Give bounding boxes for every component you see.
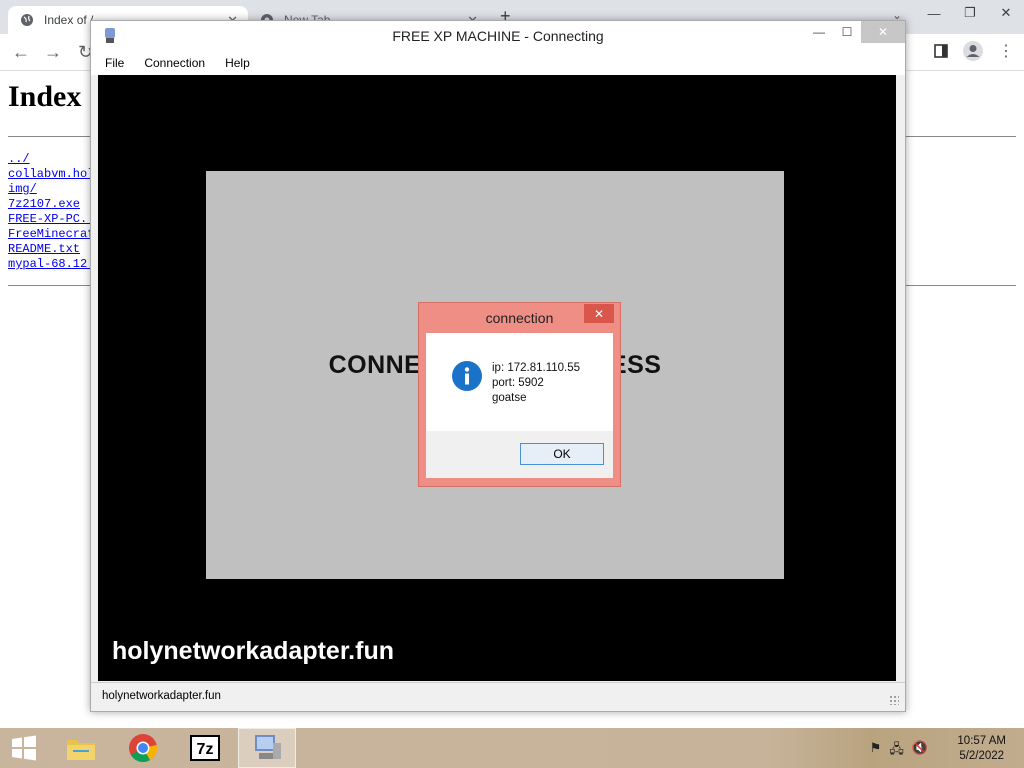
- file-link[interactable]: FreeMinecraf: [8, 227, 94, 242]
- app-titlebar[interactable]: FREE XP MACHINE - Connecting — ☐ ✕: [91, 21, 905, 51]
- status-text: holynetworkadapter.fun: [102, 690, 221, 702]
- menu-kebab-icon[interactable]: ⋮: [998, 41, 1014, 61]
- side-panel-icon[interactable]: [934, 44, 948, 58]
- file-link[interactable]: mypal-68.12.: [8, 257, 94, 272]
- 7zip-icon: 7z: [190, 735, 220, 761]
- info-icon: [452, 361, 482, 391]
- page-title: Index: [8, 80, 82, 113]
- menu-help[interactable]: Help: [225, 56, 250, 70]
- taskbar-7zip[interactable]: 7z: [176, 728, 234, 768]
- ok-button[interactable]: OK: [520, 443, 604, 465]
- dialog-footer: OK: [426, 431, 613, 478]
- globe-icon: [21, 14, 33, 26]
- taskbar-vnc-viewer[interactable]: [238, 728, 296, 768]
- clock-time: 10:57 AM: [957, 735, 1006, 747]
- browser-window-controls: — ❐ ✕: [916, 0, 1024, 26]
- resize-grip-icon[interactable]: [889, 695, 899, 705]
- file-link[interactable]: FREE-XP-PC.:: [8, 212, 94, 227]
- file-link[interactable]: README.txt: [8, 242, 94, 257]
- start-button[interactable]: [0, 728, 48, 768]
- profile-avatar-icon[interactable]: [962, 40, 984, 62]
- dialog-body: ip: 172.81.110.55 port: 5902 goatse: [426, 333, 613, 431]
- back-arrow-icon[interactable]: ←: [12, 42, 30, 63]
- tab-label: Index of /: [44, 13, 94, 27]
- ip-line: ip: 172.81.110.55: [492, 362, 581, 374]
- app-window-controls: — ☐ ✕: [805, 21, 905, 43]
- close-icon[interactable]: ✕: [861, 21, 905, 43]
- file-link[interactable]: collabvm.hol: [8, 167, 94, 182]
- folder-icon: [67, 740, 95, 760]
- clock[interactable]: 10:57 AM 5/2/2022: [957, 734, 1006, 764]
- maximize-icon[interactable]: ☐: [833, 21, 861, 43]
- app-title: FREE XP MACHINE - Connecting: [392, 28, 604, 44]
- menu-connection[interactable]: Connection: [144, 56, 205, 70]
- chrome-icon: [129, 734, 158, 762]
- svg-text:7z: 7z: [197, 741, 214, 758]
- forward-arrow-icon[interactable]: →: [44, 42, 62, 63]
- minimize-icon[interactable]: —: [916, 0, 952, 26]
- vnc-computer-icon: [255, 735, 281, 759]
- app-statusbar: holynetworkadapter.fun: [91, 682, 905, 711]
- connection-dialog: connection ✕ ip: 172.81.110.55 port: 590…: [418, 302, 621, 487]
- network-icon[interactable]: 🖧: [889, 740, 904, 762]
- close-icon[interactable]: ✕: [988, 0, 1024, 26]
- toolbar-right: ⋮: [934, 40, 1014, 62]
- volume-muted-icon[interactable]: 🔇: [912, 740, 928, 762]
- file-link[interactable]: ../: [8, 152, 94, 167]
- clock-date: 5/2/2022: [959, 750, 1005, 762]
- close-icon[interactable]: ✕: [584, 304, 614, 323]
- taskbar: 7z ⚑ 🖧 🔇 10:57 AM 5/2/2022: [0, 728, 1024, 768]
- minimize-icon[interactable]: —: [805, 21, 833, 43]
- app-menubar: File Connection Help: [91, 51, 905, 75]
- file-link[interactable]: img/: [8, 182, 94, 197]
- windows-logo-icon: [12, 735, 36, 761]
- restore-icon[interactable]: ❐: [952, 0, 988, 26]
- password-line: goatse: [492, 392, 527, 404]
- directory-page: Index: [8, 80, 81, 114]
- dialog-message: ip: 172.81.110.55 port: 5902 goatse: [492, 361, 580, 406]
- watermark-text: holynetworkadapter.fun: [112, 637, 394, 665]
- flag-icon[interactable]: ⚑: [870, 740, 882, 762]
- taskbar-chrome[interactable]: [114, 728, 172, 768]
- system-tray: ⚑ 🖧 🔇: [870, 740, 928, 762]
- taskbar-file-explorer[interactable]: [52, 728, 110, 768]
- menu-file[interactable]: File: [105, 56, 124, 70]
- file-list: ../ collabvm.hol img/ 7z2107.exe FREE-XP…: [8, 152, 94, 272]
- file-link[interactable]: 7z2107.exe: [8, 197, 94, 212]
- port-line: port: 5902: [492, 377, 544, 389]
